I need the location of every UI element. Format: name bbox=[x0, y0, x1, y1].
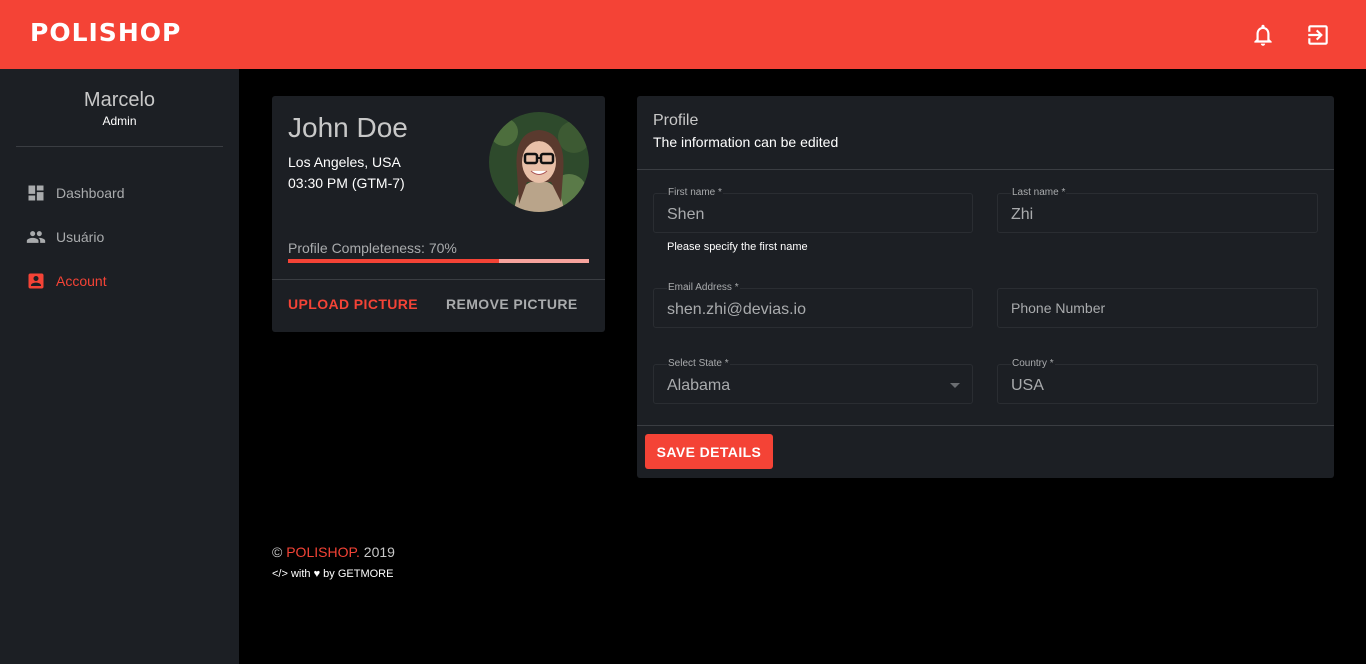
sidebar-item-label: Usuário bbox=[56, 229, 105, 245]
profile-location: Los Angeles, USA bbox=[288, 154, 401, 170]
sidebar-item-usuario[interactable]: Usuário bbox=[26, 225, 104, 249]
sidebar-user-role: Admin bbox=[102, 114, 137, 128]
last-name-label: Last name * bbox=[1011, 187, 1067, 198]
first-name-field[interactable]: First name * Shen bbox=[653, 187, 973, 233]
top-app-bar: POLISHOP bbox=[0, 0, 1366, 69]
bell-icon[interactable] bbox=[1250, 22, 1276, 48]
phone-number-placeholder: Phone Number bbox=[1011, 300, 1106, 316]
form-header-divider bbox=[637, 169, 1334, 170]
select-state-field[interactable]: Select State * Alabama bbox=[653, 358, 973, 404]
first-name-label: First name * bbox=[667, 187, 723, 198]
sidebar-item-label: Dashboard bbox=[56, 185, 125, 201]
copyright-symbol: © bbox=[272, 544, 283, 560]
sidebar-item-dashboard[interactable]: Dashboard bbox=[26, 181, 125, 205]
sidebar-user-name: Marcelo bbox=[83, 89, 156, 111]
profile-time: 03:30 PM (GTM-7) bbox=[288, 175, 405, 191]
email-value: shen.zhi@devias.io bbox=[667, 301, 806, 318]
upload-picture-button[interactable]: UPLOAD PICTURE bbox=[288, 296, 418, 312]
profile-summary-card: John Doe Los Angeles, USA 03:30 PM (GTM-… bbox=[272, 96, 605, 332]
logout-icon[interactable] bbox=[1305, 22, 1331, 48]
sidebar: Marcelo Admin Dashboard Usuário Account bbox=[0, 69, 239, 664]
remove-picture-button[interactable]: REMOVE PICTURE bbox=[446, 296, 578, 312]
profile-completeness-label: Profile Completeness: 70% bbox=[288, 240, 457, 256]
profile-form-card: Profile The information can be edited Fi… bbox=[637, 96, 1334, 478]
first-name-value: Shen bbox=[667, 206, 705, 223]
email-field[interactable]: Email Address * shen.zhi@devias.io bbox=[653, 282, 973, 328]
first-name-helper-text: Please specify the first name bbox=[667, 241, 808, 253]
sidebar-item-account[interactable]: Account bbox=[26, 269, 107, 293]
app-logo[interactable]: POLISHOP bbox=[30, 18, 181, 47]
profile-name: John Doe bbox=[288, 112, 408, 143]
select-state-value: Alabama bbox=[667, 377, 731, 394]
people-icon bbox=[26, 231, 46, 243]
save-details-button[interactable]: SAVE DETAILS bbox=[645, 434, 773, 469]
footer-copyright: © POLISHOP. 2019 bbox=[272, 544, 395, 560]
country-label: Country * bbox=[1011, 358, 1055, 369]
phone-number-field[interactable]: Phone Number bbox=[997, 288, 1318, 328]
form-subtitle: The information can be edited bbox=[653, 134, 839, 150]
sidebar-divider bbox=[16, 146, 223, 147]
footer-brand-link[interactable]: POLISHOP. bbox=[286, 544, 360, 560]
avatar bbox=[489, 112, 589, 212]
chevron-down-icon bbox=[950, 383, 960, 388]
form-footer-divider bbox=[637, 425, 1334, 426]
profile-completeness-fill bbox=[288, 259, 499, 263]
last-name-field[interactable]: Last name * Zhi bbox=[997, 187, 1318, 233]
country-field[interactable]: Country * USA bbox=[997, 358, 1318, 404]
sidebar-item-label: Account bbox=[56, 273, 107, 289]
footer-credit: </> with ♥ by GETMORE bbox=[272, 568, 394, 580]
email-label: Email Address * bbox=[667, 282, 740, 293]
card-divider bbox=[272, 279, 605, 280]
country-value: USA bbox=[1011, 377, 1044, 394]
last-name-value: Zhi bbox=[1011, 206, 1034, 223]
form-title: Profile bbox=[653, 112, 699, 129]
dashboard-icon bbox=[28, 185, 44, 201]
account-box-icon bbox=[28, 273, 44, 289]
footer-year: 2019 bbox=[363, 544, 395, 560]
profile-completeness-bar bbox=[288, 259, 589, 263]
select-state-label: Select State * bbox=[667, 358, 730, 369]
